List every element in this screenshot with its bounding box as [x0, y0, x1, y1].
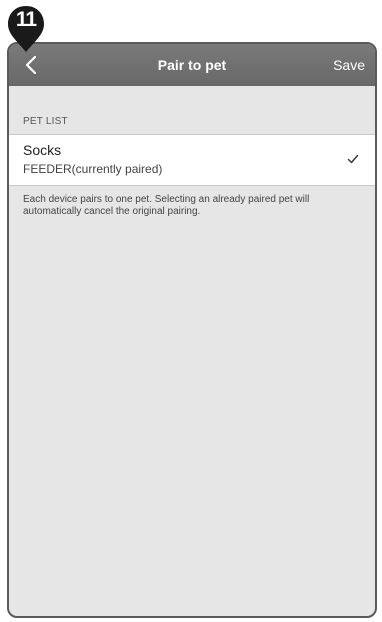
navigation-bar: Pair to pet Save: [9, 44, 375, 86]
step-number: 11: [15, 8, 37, 31]
pet-name: Socks: [23, 142, 62, 158]
pairing-note: Each device pairs to one pet. Selecting …: [23, 194, 310, 217]
page-title: Pair to pet: [157, 57, 227, 73]
pet-pairing-status: FEEDER(currently paired): [23, 162, 163, 176]
pet-list-section-label: PET LIST: [23, 116, 68, 127]
save-button[interactable]: Save: [333, 44, 365, 86]
checkmark-icon: [347, 154, 359, 164]
pet-list-item[interactable]: Socks FEEDER(currently paired): [9, 134, 375, 186]
step-number-marker: 11: [6, 4, 46, 54]
phone-screen: Pair to pet Save PET LIST Socks FEEDER(c…: [7, 42, 377, 618]
